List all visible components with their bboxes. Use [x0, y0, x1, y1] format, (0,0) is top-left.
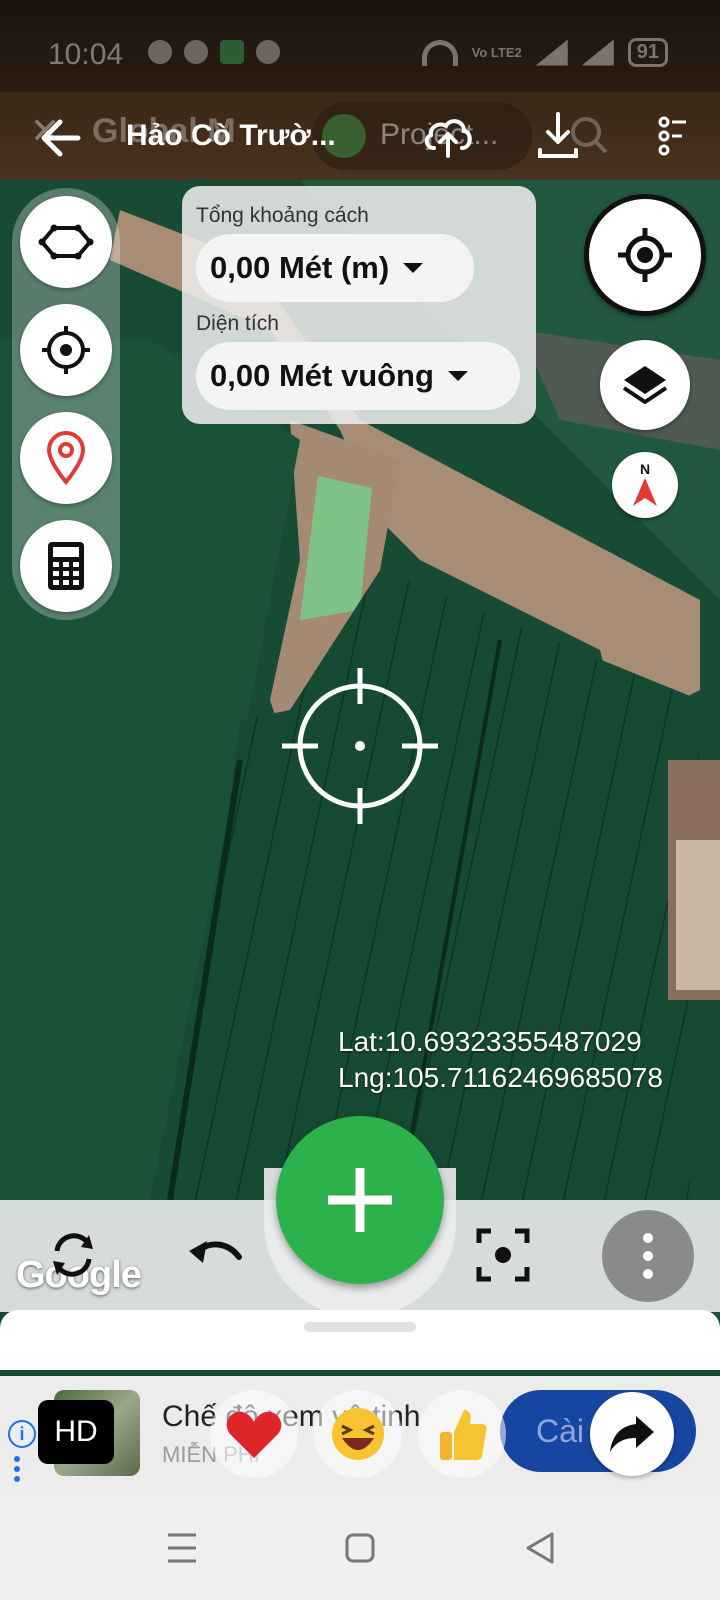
focus-frame-icon: [476, 1228, 530, 1282]
search-icon: [571, 117, 608, 154]
page-title: Hảo Cò Trườ...: [126, 119, 336, 152]
coordinate-readout: Lat:10.69323355487029 Lng:105.7116246968…: [338, 1024, 663, 1096]
shield-icon: [220, 40, 244, 64]
hd-badge: HD: [38, 1400, 114, 1464]
add-marker-button[interactable]: [20, 412, 112, 504]
calculator-icon: [48, 542, 84, 590]
status-bar: 10:04 Vo LTE2 91: [0, 0, 720, 92]
distance-label: Tổng khoảng cách: [196, 204, 369, 227]
calculator-button[interactable]: [20, 520, 112, 612]
rotate-button[interactable]: [38, 1220, 108, 1290]
reaction-haha[interactable]: [314, 1390, 402, 1478]
missed-call-icon: [256, 40, 280, 64]
signal-icon: [535, 39, 568, 66]
triangle-back-icon: [526, 1532, 554, 1564]
home-button[interactable]: [336, 1524, 384, 1572]
info-icon[interactable]: i: [8, 1420, 36, 1448]
map-layers-button[interactable]: [600, 340, 690, 430]
tool-column: [12, 188, 120, 620]
status-time: 10:04: [48, 38, 124, 71]
longitude-text: Lng:105.71162469685078: [338, 1062, 663, 1093]
area-value: 0,00 Mét vuông: [210, 358, 434, 393]
undo-icon: [189, 1241, 242, 1263]
notification-icons: [148, 40, 280, 64]
bottom-sheet[interactable]: [0, 1310, 720, 1370]
filter-menu-button[interactable]: [640, 106, 700, 166]
network-label: Vo LTE2: [471, 44, 522, 60]
plus-icon: [328, 1168, 392, 1232]
gps-target-icon: [618, 228, 672, 282]
measurement-panel: Tổng khoảng cách 0,00 Mét (m) Diện tích …: [182, 186, 536, 424]
cloud-upload-icon: [424, 119, 472, 158]
system-nav-bar: [0, 1496, 720, 1600]
distance-unit-select[interactable]: 0,00 Mét (m): [196, 234, 474, 302]
reaction-love[interactable]: [210, 1390, 298, 1478]
back-button[interactable]: [34, 110, 90, 166]
focus-capture-button[interactable]: [468, 1220, 538, 1290]
latitude-text: Lat:10.69323355487029: [338, 1026, 642, 1057]
search-button[interactable]: [560, 106, 620, 166]
polygon-icon: [38, 224, 94, 260]
reaction-like[interactable]: [418, 1390, 506, 1478]
upload-button[interactable]: [418, 106, 478, 166]
share-button[interactable]: [590, 1392, 674, 1476]
layers-icon: [622, 366, 668, 404]
map-pin-icon: [46, 431, 86, 486]
thumbs-up-icon: [440, 1410, 487, 1460]
messenger-icon: [184, 40, 208, 64]
menu-lines-icon: [168, 1533, 196, 1563]
undo-button[interactable]: [180, 1218, 250, 1288]
more-options-button[interactable]: [602, 1210, 694, 1302]
wifi-icon: [421, 39, 458, 66]
install-label: Cài: [536, 1412, 585, 1449]
back-nav-button[interactable]: [516, 1524, 564, 1572]
home-square-icon: [345, 1533, 375, 1563]
chat-icon: [148, 40, 172, 64]
share-arrow-icon: [610, 1416, 654, 1452]
area-label: Diện tích: [196, 312, 279, 335]
sheet-drag-handle[interactable]: [304, 1322, 416, 1332]
laughing-face-icon: [332, 1408, 384, 1460]
compass-button[interactable]: N: [612, 452, 678, 518]
ad-options-icon[interactable]: [14, 1456, 20, 1486]
sync-icon: [53, 1233, 93, 1277]
target-point-button[interactable]: [20, 304, 112, 396]
my-location-button[interactable]: [584, 194, 706, 316]
arrow-left-icon: [41, 119, 81, 157]
heart-icon: [226, 1411, 282, 1458]
distance-value: 0,00 Mét (m): [210, 250, 390, 285]
crosshair-icon: [42, 326, 90, 374]
add-point-button[interactable]: [276, 1116, 444, 1284]
draw-polygon-button[interactable]: [20, 196, 112, 288]
area-unit-select[interactable]: 0,00 Mét vuông: [196, 342, 520, 410]
app-bar: ✕ Global M Project... Hảo Cò Trườ...: [0, 92, 720, 180]
filter-list-icon: [658, 116, 686, 156]
svg-text:N: N: [640, 461, 650, 477]
status-right: Vo LTE2 91: [421, 38, 668, 67]
chevron-down-icon: [403, 263, 424, 273]
battery-level: 91: [627, 38, 668, 67]
signal-icon-2: [581, 39, 614, 66]
recent-apps-button[interactable]: [158, 1524, 206, 1572]
chevron-down-icon: [447, 371, 468, 381]
compass-north-icon: N: [633, 461, 657, 506]
more-vertical-icon: [643, 1233, 653, 1279]
